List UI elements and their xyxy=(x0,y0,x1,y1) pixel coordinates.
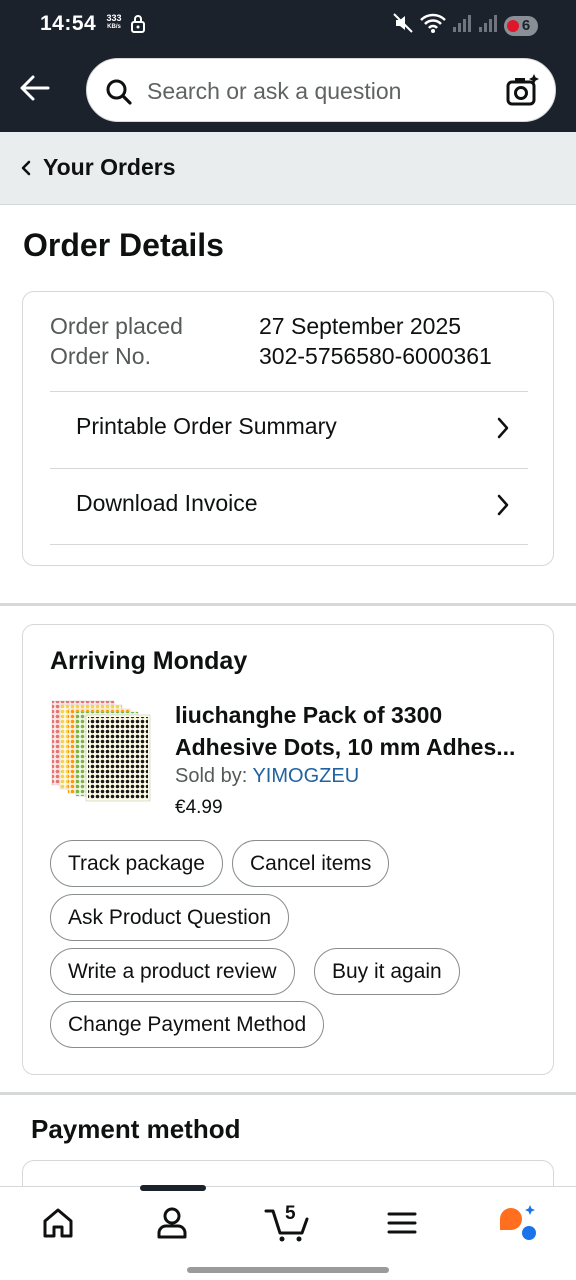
network-speed: 333 KB/s xyxy=(106,13,122,31)
search-header xyxy=(0,50,576,132)
search-box[interactable] xyxy=(86,58,556,122)
cancel-items-button[interactable]: Cancel items xyxy=(232,840,390,887)
mute-icon xyxy=(392,12,414,39)
wifi-icon xyxy=(420,12,446,39)
search-icon xyxy=(105,78,133,111)
order-placed-value: 27 September 2025 xyxy=(259,313,462,339)
order-number-value: 302-5756580-6000361 xyxy=(259,343,492,369)
camera-search-icon[interactable] xyxy=(505,73,541,114)
battery-indicator: 6 xyxy=(504,15,538,36)
bottom-nav: 5 xyxy=(0,1185,576,1280)
chevron-right-icon xyxy=(496,493,510,522)
write-review-button[interactable]: Write a product review xyxy=(50,948,295,995)
seller-link[interactable]: YIMOGZEU xyxy=(252,765,359,787)
status-bar: 14:54 333 KB/s 6 xyxy=(0,0,576,50)
active-tab-indicator xyxy=(140,1185,206,1191)
back-arrow-icon[interactable] xyxy=(18,71,52,105)
payment-method-heading: Payment method xyxy=(31,1114,241,1144)
product-image[interactable] xyxy=(50,699,154,803)
chevron-left-icon xyxy=(20,160,32,181)
signal-icon xyxy=(452,13,472,38)
gesture-home-bar xyxy=(187,1267,389,1273)
sold-by: Sold by: YIMOGZEU xyxy=(175,765,360,787)
printable-order-summary-label: Printable Order Summary xyxy=(76,413,337,439)
battery-low-dot xyxy=(507,19,519,32)
download-invoice-link[interactable]: Download Invoice xyxy=(50,468,528,544)
ask-product-question-button[interactable]: Ask Product Question xyxy=(50,894,290,941)
signal-icon-2 xyxy=(478,13,498,38)
section-divider xyxy=(0,1092,576,1095)
search-input[interactable] xyxy=(147,75,497,107)
product-price: €4.99 xyxy=(175,797,223,818)
rufus-assistant-icon[interactable] xyxy=(496,1203,540,1243)
breadcrumb-your-orders[interactable]: Your Orders xyxy=(43,154,176,181)
breadcrumb[interactable]: Your Orders xyxy=(0,132,576,205)
chevron-right-icon xyxy=(496,416,510,445)
buy-it-again-button[interactable]: Buy it again xyxy=(314,948,460,995)
cart-count-badge: 5 xyxy=(285,1203,296,1224)
status-icons: 6 xyxy=(392,12,538,39)
delivery-status: Arriving Monday xyxy=(50,647,248,675)
track-package-button[interactable]: Track package xyxy=(50,840,223,887)
printable-order-summary-link[interactable]: Printable Order Summary xyxy=(50,391,528,467)
section-divider xyxy=(0,603,576,606)
divider xyxy=(50,544,528,545)
home-icon[interactable] xyxy=(38,1203,82,1243)
page-title: Order Details xyxy=(23,227,224,263)
menu-icon[interactable] xyxy=(382,1203,426,1243)
status-time: 14:54 xyxy=(40,12,97,35)
order-placed-label: Order placed xyxy=(50,313,183,339)
account-icon[interactable] xyxy=(152,1203,196,1243)
lock-icon xyxy=(130,14,146,39)
order-number-label: Order No. xyxy=(50,343,151,369)
shipment-card: Arriving Monday liuchanghe Pack of 3300 … xyxy=(22,624,554,1075)
download-invoice-label: Download Invoice xyxy=(76,490,258,516)
order-summary-card: Order placed 27 September 2025 Order No.… xyxy=(22,291,554,566)
product-title[interactable]: liuchanghe Pack of 3300 Adhesive Dots, 1… xyxy=(175,699,535,763)
change-payment-method-button[interactable]: Change Payment Method xyxy=(50,1001,325,1048)
